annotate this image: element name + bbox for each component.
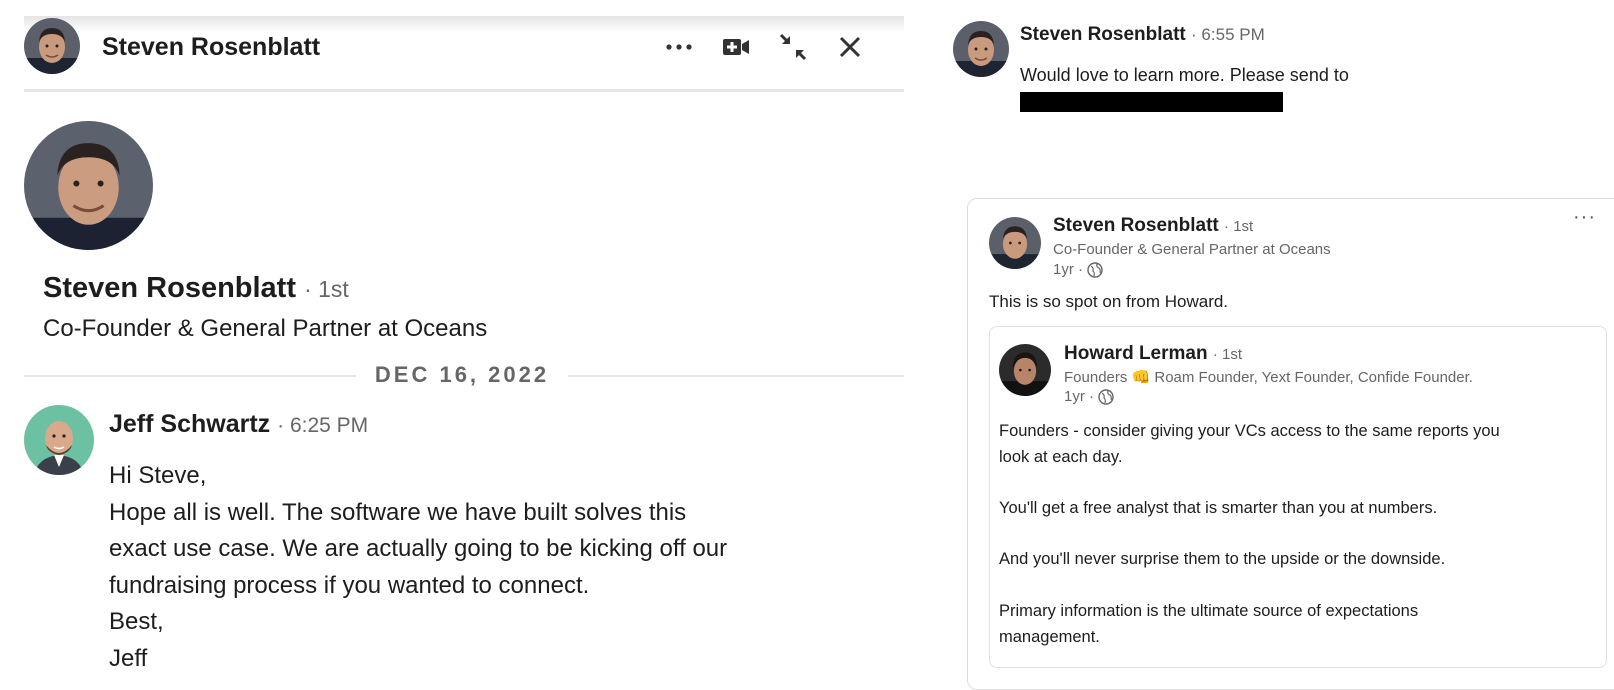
- post-line: [999, 470, 1599, 496]
- post-meta: 1yr ·: [1053, 261, 1103, 278]
- post-line: [999, 522, 1599, 548]
- post-line: Primary information is the ultimate sour…: [999, 601, 1419, 620]
- post-author-degree: · 1st: [1224, 218, 1254, 235]
- message-time: · 6:25 PM: [277, 414, 369, 437]
- minimize-icon: [779, 33, 807, 61]
- post-author-avatar[interactable]: [989, 217, 1041, 269]
- reshared-author-headline: Founders 👊 Roam Founder, Yext Founder, C…: [1064, 369, 1473, 386]
- reshared-author-name[interactable]: Howard Lerman: [1064, 343, 1208, 364]
- post-more-icon[interactable]: ···: [1573, 206, 1596, 229]
- message-line: Jeff: [109, 644, 148, 672]
- post-line: And you'll never surprise them to the up…: [999, 550, 1446, 569]
- post-age: 1yr ·: [1053, 261, 1083, 278]
- more-icon: [666, 44, 692, 50]
- message-line: Hope all is well. The software we have b…: [109, 498, 687, 526]
- post-line: look at each day.: [999, 447, 1123, 466]
- date-divider-line-right: [568, 375, 904, 377]
- reply-sender-avatar[interactable]: [953, 21, 1009, 77]
- globe-icon: [1087, 261, 1103, 278]
- post-author-name[interactable]: Steven Rosenblatt: [1053, 215, 1219, 236]
- message-body: Hi Steve, Hope all is well. The software…: [109, 458, 829, 677]
- reply-text: Would love to learn more. Please send to: [1020, 65, 1349, 85]
- reshared-post-age: 1yr ·: [1064, 388, 1094, 405]
- message-line: Best,: [109, 608, 164, 635]
- video-call-icon: [723, 39, 749, 55]
- globe-icon: [1098, 388, 1114, 405]
- header-divider: [24, 89, 904, 92]
- post-text: This is so spot on from Howard.: [989, 292, 1229, 311]
- connection-degree: · 1st: [304, 276, 349, 302]
- message-sender: Jeff Schwartz · 6:25 PM: [109, 410, 368, 439]
- reshared-author: Howard Lerman · 1st: [1064, 343, 1242, 365]
- message-line: fundraising process if you wanted to con…: [109, 571, 590, 599]
- profile-headline: Co-Founder & General Partner at Oceans: [43, 315, 488, 342]
- date-divider-line-left: [24, 375, 356, 377]
- post-author: Steven Rosenblatt · 1st: [1053, 215, 1253, 237]
- sender-name[interactable]: Jeff Schwartz: [109, 410, 270, 438]
- profile-avatar[interactable]: [24, 121, 153, 250]
- header-contact-name[interactable]: Steven Rosenblatt: [102, 33, 320, 62]
- sender-avatar[interactable]: [24, 405, 94, 475]
- more-options-button[interactable]: [662, 32, 696, 62]
- reshared-post-meta: 1yr ·: [1064, 388, 1114, 405]
- minimize-button[interactable]: [776, 32, 810, 62]
- post-line: Founders - consider giving your VCs acce…: [999, 422, 1500, 440]
- reshared-post-body: Founders - consider giving your VCs acce…: [999, 419, 1599, 650]
- reply-time: · 6:55 PM: [1191, 25, 1265, 44]
- reply-sender: Steven Rosenblatt · 6:55 PM: [1020, 24, 1265, 46]
- post-line: You'll get a free analyst that is smarte…: [999, 499, 1438, 518]
- post-line: management.: [999, 627, 1100, 646]
- message-line: Hi Steve,: [109, 462, 207, 489]
- post-line: [999, 573, 1599, 599]
- chat-header: Steven Rosenblatt: [24, 18, 904, 90]
- reply-sender-name[interactable]: Steven Rosenblatt: [1020, 24, 1186, 45]
- close-button[interactable]: [833, 32, 867, 62]
- close-icon: [839, 36, 861, 58]
- post-author-headline: Co-Founder & General Partner at Oceans: [1053, 241, 1331, 258]
- profile-name-text: Steven Rosenblatt: [43, 272, 296, 304]
- video-call-button[interactable]: [719, 32, 753, 62]
- redacted-email: [1020, 92, 1283, 112]
- reshared-author-degree: · 1st: [1212, 346, 1243, 363]
- header-avatar[interactable]: [24, 18, 80, 74]
- date-divider: DEC 16, 2022: [374, 362, 550, 387]
- profile-name[interactable]: Steven Rosenblatt · 1st: [43, 272, 349, 305]
- reshared-author-avatar[interactable]: [999, 344, 1051, 396]
- message-line: exact use case. We are actually going to…: [109, 535, 728, 562]
